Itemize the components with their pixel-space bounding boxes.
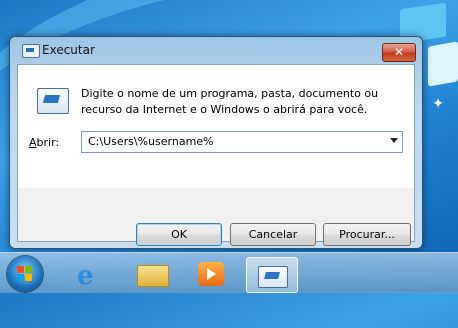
dropdown-arrow-icon[interactable]	[390, 138, 398, 143]
open-combobox[interactable]: C:\Users\%username%	[81, 131, 403, 153]
sparkle-icon: ✦	[432, 96, 444, 112]
content-area: Digite o nome de um programa, pasta, doc…	[18, 65, 414, 188]
close-button[interactable]: ✕	[382, 43, 416, 62]
taskbar-run-dialog[interactable]	[246, 257, 298, 293]
ok-button[interactable]: OK	[136, 223, 222, 246]
run-program-icon	[37, 88, 69, 114]
folder-icon	[137, 265, 169, 287]
windows-logo-icon	[17, 266, 33, 282]
cancel-button[interactable]: Cancelar	[230, 223, 316, 246]
run-dialog: Executar ✕ Digite o nome de um programa,…	[9, 36, 423, 249]
internet-explorer-icon: e	[77, 261, 94, 291]
open-input[interactable]: C:\Users\%username%	[88, 135, 214, 148]
taskbar-internet-explorer[interactable]: e	[67, 257, 117, 291]
run-icon	[258, 266, 288, 288]
dialog-body: Digite o nome de um programa, pasta, doc…	[17, 64, 415, 246]
title-bar[interactable]: Executar ✕	[10, 37, 422, 63]
window-title: Executar	[42, 43, 95, 57]
taskbar: e	[0, 252, 458, 293]
instructions-text: Digite o nome de um programa, pasta, doc…	[81, 87, 379, 116]
open-label: Abrir:	[29, 136, 60, 149]
taskbar-windows-explorer[interactable]	[127, 257, 177, 291]
start-button[interactable]	[7, 256, 43, 292]
media-player-icon	[198, 262, 224, 286]
close-icon: ✕	[393, 45, 405, 59]
taskbar-media-player[interactable]	[186, 257, 236, 291]
run-icon	[22, 44, 40, 58]
browse-button[interactable]: Procurar...	[323, 223, 411, 246]
